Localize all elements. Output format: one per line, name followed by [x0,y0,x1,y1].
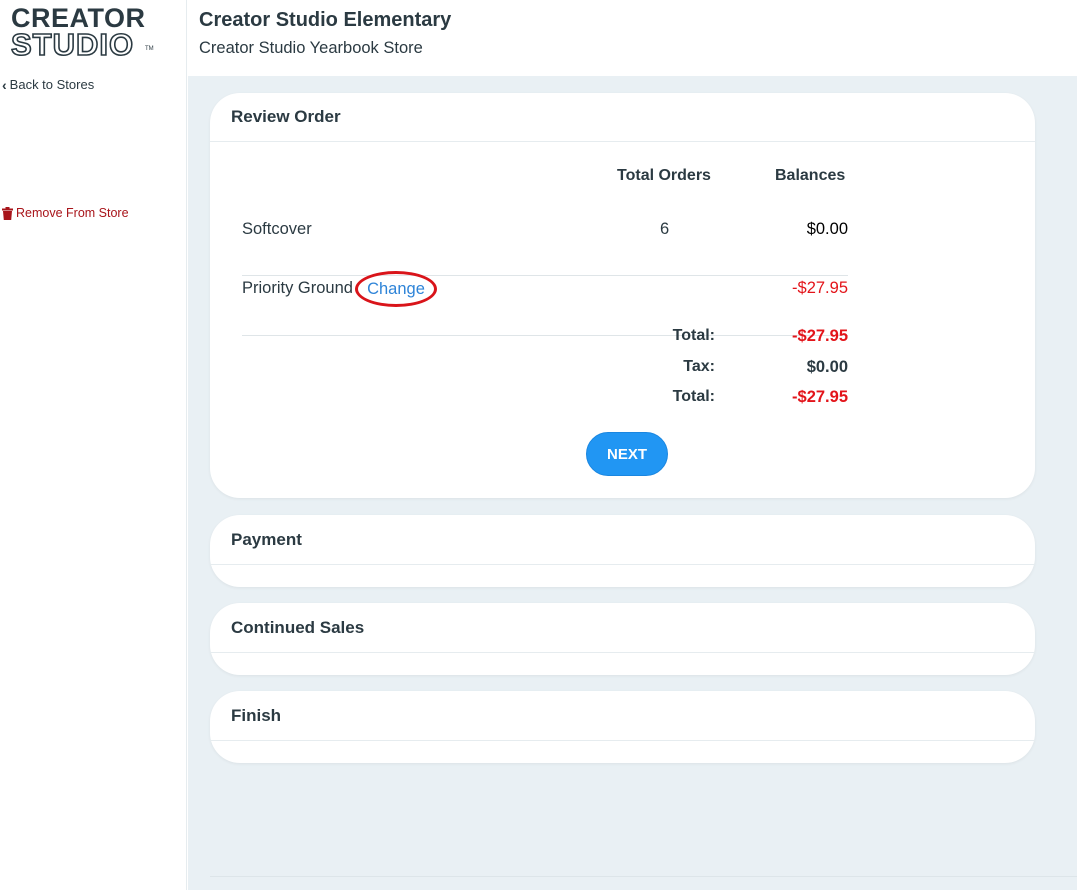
back-to-stores-link[interactable]: ‹ Back to Stores [2,77,94,92]
finish-card[interactable]: Finish [210,691,1035,763]
continued-sales-header[interactable]: Continued Sales [210,603,1035,653]
store-subtitle: Creator Studio Yearbook Store [199,39,423,57]
review-order-header[interactable]: Review Order [210,93,1035,142]
total-orders-column-header: Total Orders [617,167,711,184]
row-divider [242,275,848,276]
change-shipping-link[interactable]: Change [355,271,437,307]
checkout-main: Review Order Total Orders Balances Softc… [188,76,1077,890]
summary-total-label: Total: [672,388,715,405]
sidebar: CREATOR STUDIO TM ‹ Back to Stores Remov… [0,0,187,890]
logo-trademark: TM [145,46,154,52]
payment-card[interactable]: Payment [210,515,1035,587]
store-header: Creator Studio Elementary Creator Studio… [188,0,1077,76]
summary-tax-label: Tax: [683,358,715,375]
store-name: Creator Studio Elementary [199,9,452,31]
item-balance-softcover: $0.00 [806,220,848,238]
remove-from-store-label: Remove From Store [16,206,129,220]
summary-subtotal-value: -$27.95 [792,327,848,345]
summary-subtotal-label: Total: [672,327,715,344]
logo-line-studio: STUDIO [10,27,135,62]
creator-studio-logo[interactable]: CREATOR STUDIO [10,5,161,62]
balances-column-header: Balances [775,167,846,184]
continued-sales-card[interactable]: Continued Sales [210,603,1035,675]
finish-header[interactable]: Finish [210,691,1035,741]
review-order-card: Review Order Total Orders Balances Softc… [210,93,1035,498]
summary-tax-value: $0.00 [806,358,848,376]
payment-header[interactable]: Payment [210,515,1035,565]
item-orders-softcover: 6 [660,220,670,238]
item-name-shipping: Priority Ground [242,279,353,297]
back-to-stores-label: Back to Stores [9,77,95,92]
summary-total-value: -$27.95 [792,388,848,406]
next-button[interactable]: NEXT [586,432,668,476]
item-name-softcover: Softcover [242,220,312,238]
remove-from-store-link[interactable]: Remove From Store [2,206,129,220]
chevron-left-icon: ‹ [2,76,7,93]
trash-icon [2,206,13,220]
footer-divider [210,876,1077,877]
item-balance-shipping: -$27.95 [792,279,848,297]
